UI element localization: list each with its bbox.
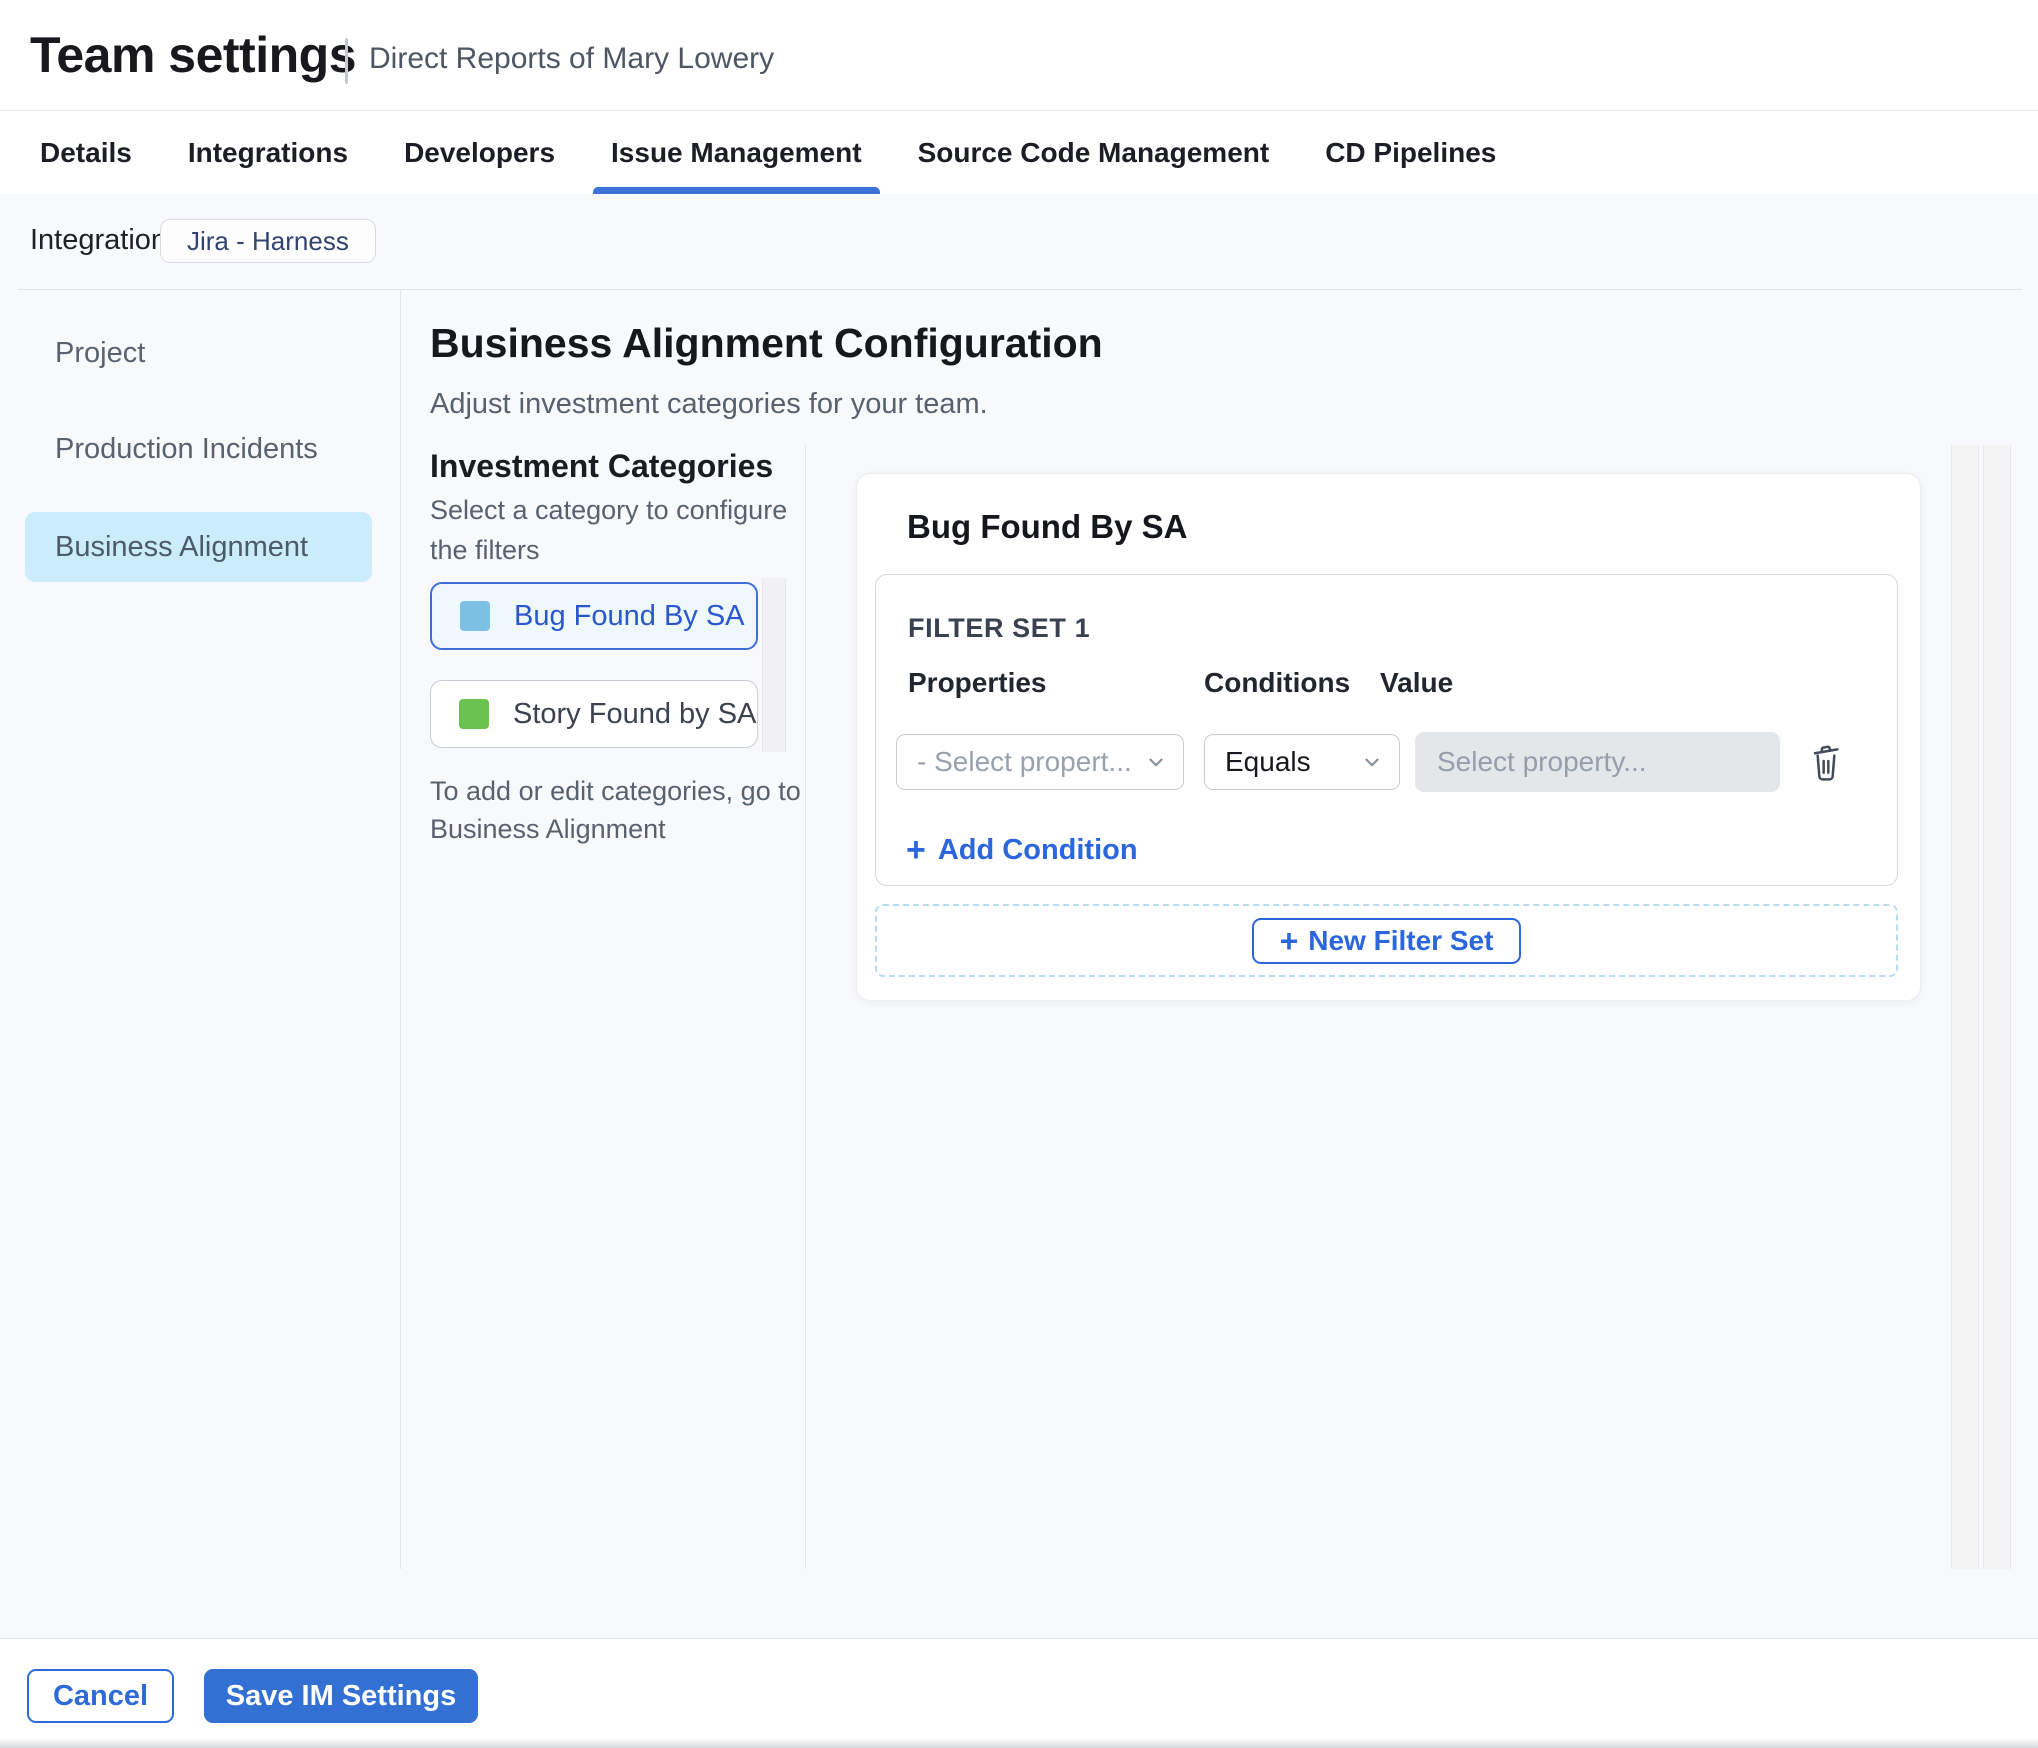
- sidebar-divider: [400, 289, 401, 1569]
- column-header-value: Value: [1380, 667, 1454, 698]
- plus-icon: +: [906, 831, 926, 869]
- filter-set-title: FILTER SET 1: [908, 613, 1091, 643]
- team-settings-page: Team settings Direct Reports of Mary Low…: [0, 0, 2038, 1748]
- category-color-swatch: [459, 699, 489, 729]
- integration-chip[interactable]: Jira - Harness: [160, 219, 376, 263]
- active-tab-underline: [593, 187, 880, 194]
- category-bug-found-by-sa[interactable]: Bug Found By SA: [430, 582, 758, 650]
- property-select[interactable]: - Select propert...: [896, 734, 1184, 790]
- chevron-down-icon: [1145, 751, 1167, 773]
- category-list-scrollbar[interactable]: [762, 578, 786, 752]
- tab-issue-management[interactable]: Issue Management: [593, 111, 880, 194]
- sidebar-item-project[interactable]: Project: [25, 318, 372, 388]
- condition-select[interactable]: Equals: [1204, 734, 1400, 790]
- integration-label: Integration:: [30, 224, 176, 256]
- tab-source-code-management[interactable]: Source Code Management: [918, 111, 1270, 194]
- investment-categories-caption: Select a category to configure the filte…: [430, 495, 788, 565]
- column-header-conditions: Conditions: [1204, 667, 1351, 698]
- tab-integrations[interactable]: Integrations: [188, 111, 348, 194]
- section-subtitle: Adjust investment categories for your te…: [430, 388, 988, 420]
- category-config-card: Bug Found By SA FILTER SET 1 Properties …: [856, 473, 1921, 1001]
- category-label: Bug Found By SA: [514, 599, 745, 632]
- window-bottom-edge: [0, 1738, 2038, 1748]
- column-header-properties: Properties: [908, 667, 1047, 698]
- category-color-swatch: [460, 601, 490, 631]
- content-top-divider: [18, 289, 2022, 290]
- title-separator: [345, 38, 348, 84]
- plus-icon: +: [1279, 922, 1299, 959]
- page-subtitle: Direct Reports of Mary Lowery: [369, 42, 775, 75]
- footer-bar: Cancel Save IM Settings: [0, 1638, 2038, 1748]
- page-title: Team settings: [30, 27, 357, 83]
- tab-developers[interactable]: Developers: [404, 111, 555, 194]
- new-filter-set-dropzone: + New Filter Set: [875, 904, 1898, 977]
- section-title: Business Alignment Configuration: [430, 320, 1103, 366]
- categories-note: To add or edit categories, go to Busines…: [430, 776, 801, 844]
- category-story-found-by-sa[interactable]: Story Found by SA: [430, 680, 758, 748]
- save-im-settings-button[interactable]: Save IM Settings: [204, 1669, 478, 1723]
- outer-scrollbar[interactable]: [1951, 445, 1979, 1569]
- trash-icon: [1806, 738, 1846, 786]
- tab-cd-pipelines[interactable]: CD Pipelines: [1325, 111, 1496, 194]
- tab-details[interactable]: Details: [40, 111, 132, 194]
- filter-set-panel: FILTER SET 1 Properties Conditions Value…: [875, 574, 1898, 886]
- categories-divider: [805, 445, 806, 1569]
- config-card-heading: Bug Found By SA: [907, 508, 1188, 545]
- delete-condition-button[interactable]: [1804, 735, 1848, 789]
- tab-bar: Details Integrations Developers Issue Ma…: [40, 111, 1496, 194]
- new-filter-set-button[interactable]: + New Filter Set: [1251, 917, 1522, 964]
- chevron-down-icon: [1361, 751, 1383, 773]
- add-condition-button[interactable]: + Add Condition: [906, 833, 1138, 867]
- value-input[interactable]: [1415, 732, 1780, 792]
- investment-categories-heading: Investment Categories: [430, 448, 774, 484]
- cancel-button[interactable]: Cancel: [27, 1669, 174, 1723]
- inner-scrollbar[interactable]: [1983, 445, 2011, 1569]
- sidebar-item-production-incidents[interactable]: Production Incidents: [25, 414, 372, 484]
- sidebar-item-business-alignment[interactable]: Business Alignment: [25, 512, 372, 582]
- category-label: Story Found by SA: [513, 697, 757, 730]
